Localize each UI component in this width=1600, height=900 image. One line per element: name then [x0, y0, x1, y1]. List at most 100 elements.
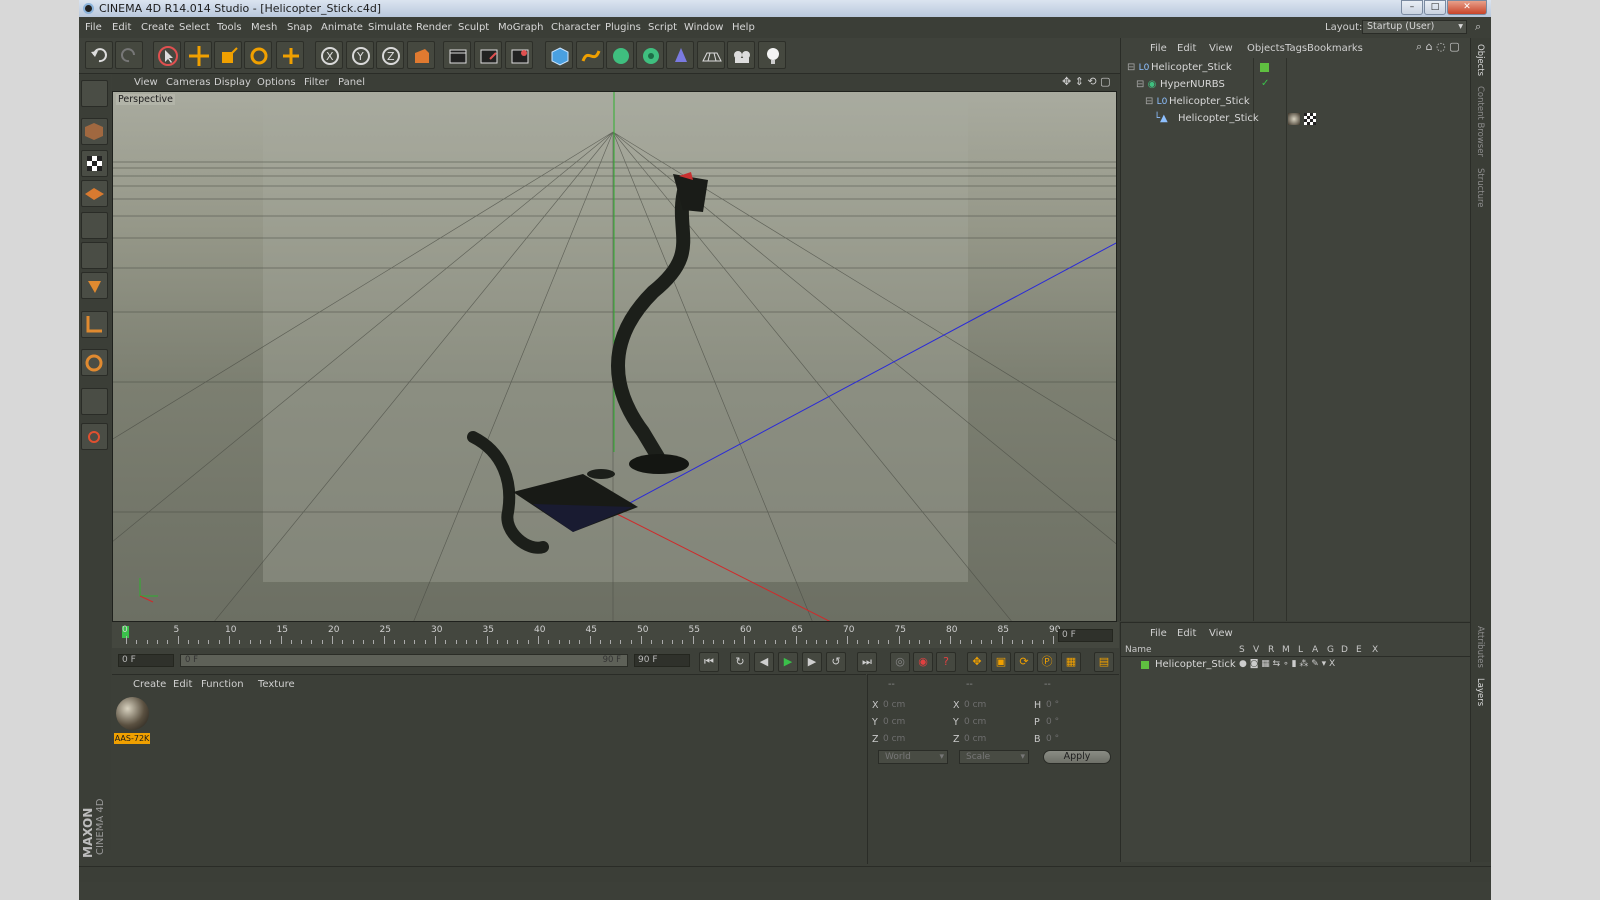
z-axis-lock[interactable]: Z	[376, 41, 404, 69]
size-x-field[interactable]: 0 cm	[964, 699, 1024, 712]
cube-primitive-button[interactable]	[545, 41, 573, 69]
go-to-start-button[interactable]: ⏮	[699, 652, 719, 672]
close-button[interactable]: ✕	[1447, 0, 1487, 15]
record-rotation-button[interactable]: ⟳	[1014, 652, 1034, 672]
light-button[interactable]	[758, 41, 786, 69]
start-frame-field[interactable]: 0 F	[118, 654, 174, 667]
move-tool[interactable]	[184, 41, 212, 69]
side-tab-structure[interactable]: Structure	[1475, 168, 1485, 208]
rotate-tool[interactable]	[244, 41, 272, 69]
menu-mesh[interactable]: Mesh	[251, 22, 277, 33]
record-active-objects-button[interactable]: ◎	[890, 652, 910, 672]
layer-color-swatch[interactable]	[1141, 661, 1149, 669]
render-picture-viewer-button[interactable]	[474, 41, 502, 69]
texture-mode-button[interactable]	[81, 150, 108, 177]
record-point-level-button[interactable]: ▦	[1061, 652, 1081, 672]
viewport-menu-display[interactable]: Display	[214, 77, 251, 88]
size-z-field[interactable]: 0 cm	[964, 733, 1024, 746]
model-mode-button[interactable]	[81, 118, 108, 145]
play-button[interactable]: ▶	[778, 652, 798, 672]
scale-tool[interactable]	[214, 41, 242, 69]
menu-simulate[interactable]: Simulate	[368, 22, 412, 33]
column-view[interactable]: V	[1253, 645, 1259, 655]
layer-toggle-icons[interactable]: ● ◙ ▦ ⇆ ∘ ▮ ⁂ ✎ ▾ X	[1239, 659, 1335, 669]
workplane-button[interactable]	[81, 423, 108, 450]
layer-row[interactable]: Helicopter_Stick ● ◙ ▦ ⇆ ∘ ▮ ⁂ ✎ ▾ X	[1127, 659, 1457, 672]
object-row-helicopter-stick-mesh[interactable]: └▲ Helicopter_Stick	[1154, 113, 1444, 130]
snapping-button[interactable]	[81, 388, 108, 415]
make-editable-button[interactable]	[81, 80, 108, 107]
column-render[interactable]: R	[1268, 645, 1274, 655]
object-menu-bookmarks[interactable]: Bookmarks	[1307, 43, 1363, 54]
texture-tag-icon[interactable]	[1304, 113, 1316, 125]
autokeying-button[interactable]: ◉	[913, 652, 933, 672]
search-icon[interactable]: ⌕	[1475, 20, 1481, 34]
size-mode-dropdown[interactable]: Scale ▾	[959, 750, 1029, 764]
axis-mode-button[interactable]	[81, 311, 108, 338]
viewport-menu-view[interactable]: View	[134, 77, 158, 88]
camera-button[interactable]	[727, 41, 755, 69]
maximize-button[interactable]: □	[1424, 0, 1446, 15]
rotation-b-field[interactable]: 0 °	[1046, 733, 1106, 746]
material-menu-edit[interactable]: Edit	[173, 679, 192, 690]
render-view-button[interactable]	[443, 41, 471, 69]
timeline-ruler[interactable]: 0 5 10 15 20 25 30 35 40 45 50 55 60 65 70 75 80 85 90 0 F	[112, 622, 1119, 648]
menu-tools[interactable]: Tools	[217, 22, 242, 33]
layer-menu-file[interactable]: File	[1150, 628, 1167, 639]
points-mode-button[interactable]	[81, 212, 108, 239]
object-row-hypernurbs[interactable]: ⊟ ◉ HyperNURBS ✓	[1136, 78, 1446, 96]
column-locked[interactable]: L	[1298, 645, 1303, 655]
viewport-menu-filter[interactable]: Filter	[304, 77, 329, 88]
next-frame-button[interactable]: ▶	[802, 652, 822, 672]
column-expressions[interactable]: E	[1356, 645, 1362, 655]
position-x-field[interactable]: 0 cm	[883, 699, 943, 712]
position-z-field[interactable]: 0 cm	[883, 733, 943, 746]
column-deformers[interactable]: D	[1341, 645, 1348, 655]
viewport-menu-panel[interactable]: Panel	[338, 77, 365, 88]
workplane-mode-button[interactable]	[81, 180, 108, 207]
deformer-button[interactable]	[666, 41, 694, 69]
object-menu-tags[interactable]: Tags	[1285, 43, 1307, 54]
minimize-button[interactable]: –	[1401, 0, 1423, 15]
record-position-button[interactable]: ✥	[967, 652, 987, 672]
menu-create[interactable]: Create	[141, 22, 174, 33]
menu-help[interactable]: Help	[732, 22, 755, 33]
position-y-field[interactable]: 0 cm	[883, 716, 943, 729]
object-row-helicopter-stick-null[interactable]: ⊟ L0 Helicopter_Stick	[1145, 96, 1445, 113]
viewport-menu-options[interactable]: Options	[257, 77, 296, 88]
object-menu-objects[interactable]: Objects	[1247, 43, 1285, 54]
previous-keyframe-button[interactable]: ↻	[730, 652, 750, 672]
render-settings-button[interactable]	[505, 41, 533, 69]
material-swatch[interactable]: AAS-72K	[114, 697, 150, 745]
object-row-helicopter-stick-root[interactable]: ⊟ L0 Helicopter_Stick	[1127, 62, 1447, 79]
keyframe-selection-button[interactable]: ?	[936, 652, 956, 672]
column-xref[interactable]: X	[1372, 645, 1378, 655]
side-tab-layers[interactable]: Layers	[1475, 678, 1485, 706]
material-tag-icon[interactable]	[1288, 113, 1300, 125]
rotation-p-field[interactable]: 0 °	[1046, 716, 1106, 729]
end-frame-field[interactable]: 90 F	[634, 654, 690, 667]
viewport-navigation-icons[interactable]: ✥ ⇕ ⟲ ▢	[1062, 75, 1111, 88]
menu-sculpt[interactable]: Sculpt	[458, 22, 489, 33]
rotation-h-field[interactable]: 0 °	[1046, 699, 1106, 712]
column-generators[interactable]: G	[1327, 645, 1334, 655]
previous-frame-button[interactable]: ◀	[754, 652, 774, 672]
side-tab-attributes[interactable]: Attributes	[1475, 626, 1485, 668]
viewport-menu-cameras[interactable]: Cameras	[166, 77, 210, 88]
column-solo[interactable]: S	[1239, 645, 1245, 655]
material-menu-create[interactable]: Create	[133, 679, 166, 690]
object-menu-file[interactable]: File	[1150, 43, 1167, 54]
y-axis-lock[interactable]: Y	[346, 41, 374, 69]
object-menu-edit[interactable]: Edit	[1177, 43, 1196, 54]
menu-render[interactable]: Render	[416, 22, 452, 33]
column-manager[interactable]: M	[1282, 645, 1290, 655]
edges-mode-button[interactable]	[81, 242, 108, 269]
go-to-end-button[interactable]: ⏭	[857, 652, 877, 672]
apply-button[interactable]: Apply	[1043, 750, 1111, 764]
object-manager-search-icon[interactable]: ⌕ ⌂ ◌ ▢	[1416, 40, 1460, 54]
nurbs-button[interactable]	[606, 41, 634, 69]
menu-plugins[interactable]: Plugins	[605, 22, 641, 33]
coordinate-mode-dropdown[interactable]: World ▾	[878, 750, 948, 764]
collapse-icon[interactable]: ⊟	[1136, 79, 1144, 90]
menu-window[interactable]: Window	[684, 22, 723, 33]
